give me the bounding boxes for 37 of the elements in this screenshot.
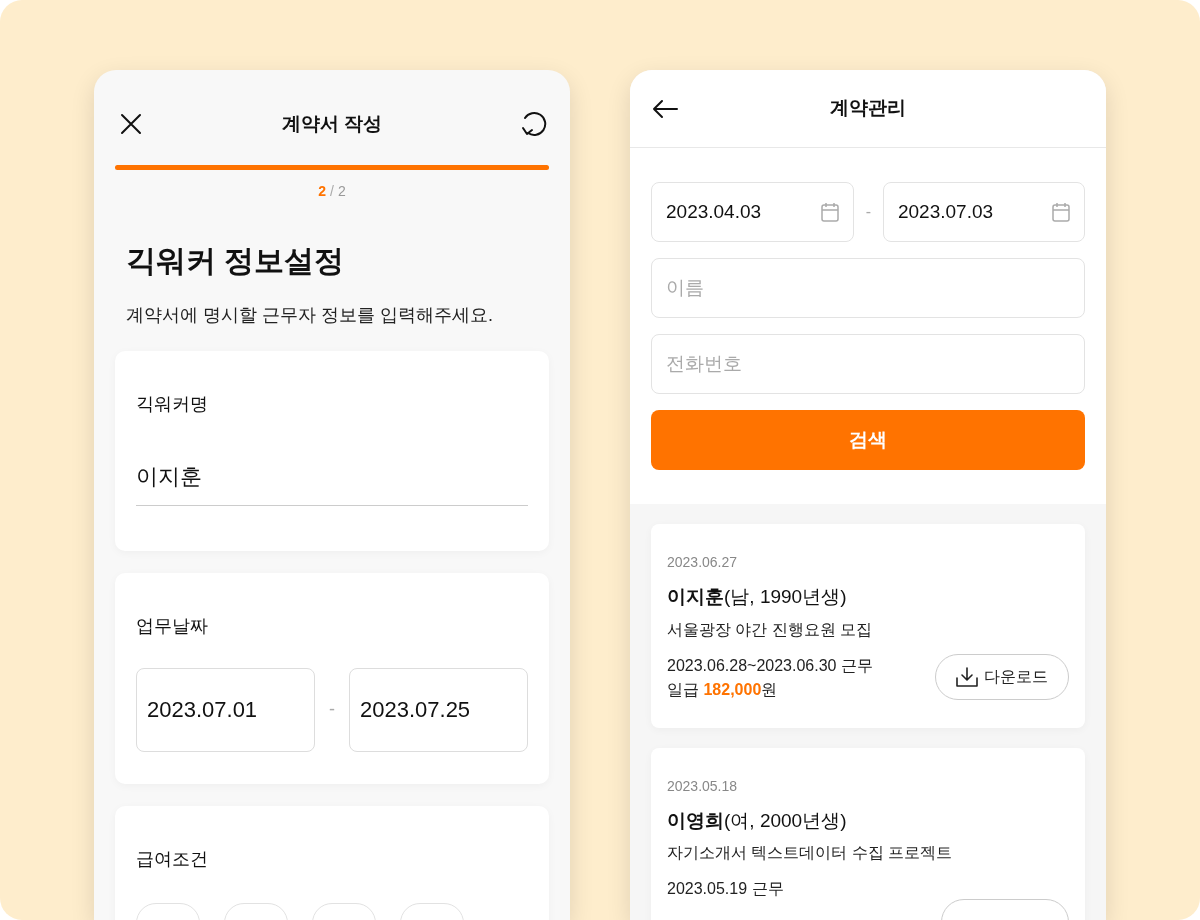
- step-separator: /: [330, 182, 334, 201]
- contract-date: 2023.06.27: [667, 553, 739, 572]
- work-period: 2023.06.28~2023.06.30 근무: [667, 655, 873, 676]
- job-title: 서울광장 야간 진행요원 모집: [667, 619, 874, 640]
- job-title: 자기소개서 텍스트데이터 수집 프로젝트: [667, 843, 954, 863]
- current-step: 2: [318, 181, 327, 202]
- start-date-field[interactable]: 2023.04.03: [651, 182, 854, 242]
- refresh-icon[interactable]: [519, 110, 547, 138]
- date-separator: -: [865, 202, 872, 222]
- date-value: 2023.04.03: [666, 199, 762, 224]
- calendar-icon[interactable]: [1052, 202, 1070, 222]
- name-field[interactable]: 이름: [651, 258, 1085, 318]
- work-period: 2023.05.19 근무: [667, 879, 784, 899]
- phone-field[interactable]: 전화번호: [651, 334, 1085, 394]
- section-heading: 긱워커 정보설정: [126, 243, 346, 279]
- back-arrow-icon[interactable]: [652, 98, 678, 119]
- start-date-field[interactable]: 2023.07.01: [136, 667, 315, 752]
- field-label: 업무날짜: [136, 614, 209, 638]
- download-button[interactable]: 다운로드: [935, 653, 1069, 700]
- daily-wage: 일급 182,000원: [667, 679, 779, 700]
- download-icon: [956, 666, 978, 687]
- worker-info: 이지훈(남, 1990년생): [667, 585, 848, 609]
- date-separator: -: [329, 698, 335, 721]
- name-input[interactable]: 이지훈: [136, 459, 528, 506]
- total-steps: 2: [337, 181, 346, 202]
- screen-title: 계약관리: [830, 96, 906, 121]
- field-label: 급여조건: [136, 847, 209, 871]
- end-date-field[interactable]: 2023.07.03: [883, 182, 1085, 242]
- close-icon[interactable]: [119, 112, 143, 136]
- contract-date: 2023.05.18: [667, 776, 739, 796]
- end-date-field[interactable]: 2023.07.25: [349, 667, 528, 752]
- screen-title: 계약서 작성: [281, 111, 383, 136]
- section-description: 계약서에 명시할 근무자 정보를 입력해주세요.: [126, 303, 494, 327]
- field-label: 긱워커명: [136, 392, 209, 416]
- worker-info: 이영희(여, 2000년생): [667, 808, 848, 833]
- calendar-icon[interactable]: [821, 202, 839, 222]
- date-value: 2023.07.03: [898, 199, 994, 224]
